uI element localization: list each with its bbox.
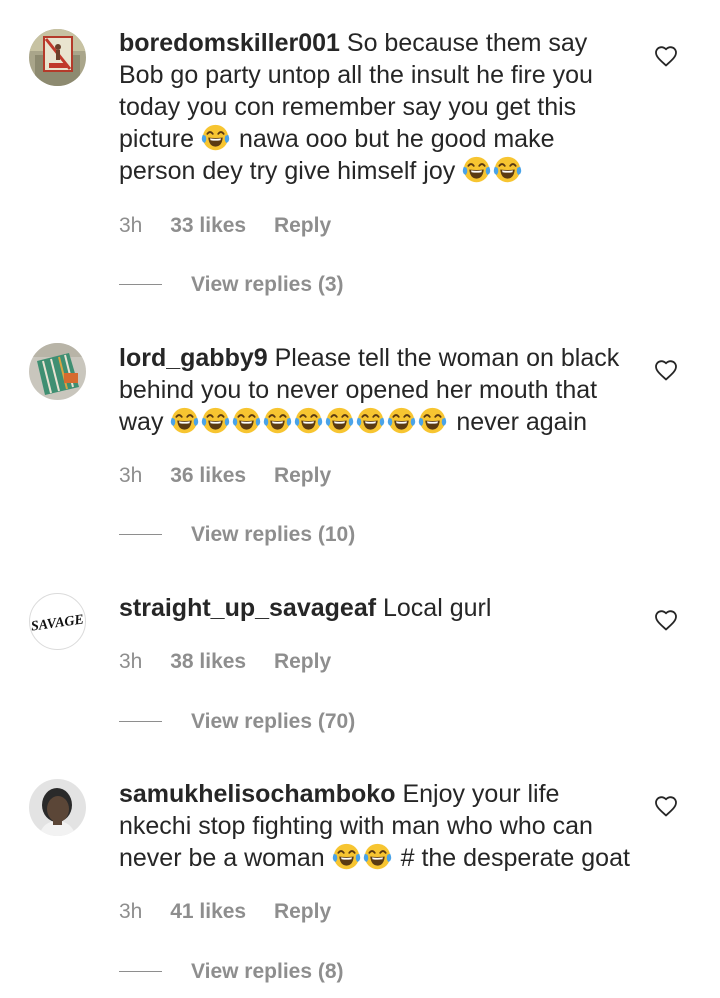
view-replies-label: View replies (3) <box>191 273 344 296</box>
reply-button[interactable]: Reply <box>274 900 331 924</box>
comment-likes[interactable]: 36 likes <box>170 464 246 488</box>
view-replies-button[interactable]: View replies (70) <box>119 710 355 734</box>
view-replies-button[interactable]: View replies (3) <box>119 273 344 297</box>
like-heart-icon[interactable] <box>654 359 678 381</box>
comment-time: 3h <box>119 900 143 923</box>
avatar[interactable]: SAVAGE <box>29 593 86 650</box>
comment-body: samukhelisochamboko Enjoy your life nkec… <box>119 778 631 874</box>
comment-meta: 3h 36 likes Reply <box>119 464 331 488</box>
avatar[interactable] <box>29 343 86 400</box>
reply-button[interactable]: Reply <box>274 650 331 674</box>
comment-username[interactable]: boredomskiller001 <box>119 29 340 57</box>
comment-text: # the desperate goat <box>400 844 630 872</box>
avatar-logo-text: SAVAGE <box>30 612 85 634</box>
like-heart-icon[interactable] <box>654 609 678 631</box>
view-replies-label: View replies (70) <box>191 710 356 733</box>
comment-username[interactable]: straight_up_savageaf <box>119 594 376 622</box>
avatar[interactable] <box>29 779 86 836</box>
view-replies-label: View replies (8) <box>191 960 344 983</box>
comment-username[interactable]: lord_gabby9 <box>119 344 268 372</box>
comment-meta: 3h 38 likes Reply <box>119 650 331 674</box>
laughing-emoji-icon <box>462 157 524 185</box>
comment-body: lord_gabby9 Please tell the woman on bla… <box>119 342 631 438</box>
divider-line <box>119 534 162 535</box>
view-replies-button[interactable]: View replies (8) <box>119 960 344 984</box>
view-replies-button[interactable]: View replies (10) <box>119 523 355 547</box>
comment-time: 3h <box>119 214 143 237</box>
comment-meta: 3h 33 likes Reply <box>119 214 331 238</box>
laughing-emoji-icon <box>170 408 449 436</box>
avatar-savage-logo: SAVAGE <box>30 612 85 634</box>
divider-line <box>119 721 162 722</box>
avatar-person-icon <box>29 779 86 836</box>
comment-username[interactable]: samukhelisochamboko <box>119 780 395 808</box>
laughing-emoji-icon <box>201 125 232 153</box>
comment-text: Local gurl <box>383 594 492 622</box>
comment-likes[interactable]: 41 likes <box>170 900 246 924</box>
laughing-emoji-icon <box>332 844 394 872</box>
divider-line <box>119 971 162 972</box>
divider-line <box>119 284 162 285</box>
comment-likes[interactable]: 38 likes <box>170 650 246 674</box>
comment-time: 3h <box>119 650 143 673</box>
comment-likes[interactable]: 33 likes <box>170 214 246 238</box>
comment-text: never again <box>456 408 588 436</box>
view-replies-label: View replies (10) <box>191 523 356 546</box>
like-heart-icon[interactable] <box>654 45 678 67</box>
like-heart-icon[interactable] <box>654 795 678 817</box>
comment-meta: 3h 41 likes Reply <box>119 900 331 924</box>
reply-button[interactable]: Reply <box>274 464 331 488</box>
avatar-sign-icon <box>29 29 86 86</box>
avatar[interactable] <box>29 29 86 86</box>
comment-body: boredomskiller001 So because them say Bo… <box>119 27 631 187</box>
reply-button[interactable]: Reply <box>274 214 331 238</box>
comment-body: straight_up_savageaf Local gurl <box>119 592 631 624</box>
avatar-fabric-icon <box>29 343 86 400</box>
comment-time: 3h <box>119 464 143 487</box>
